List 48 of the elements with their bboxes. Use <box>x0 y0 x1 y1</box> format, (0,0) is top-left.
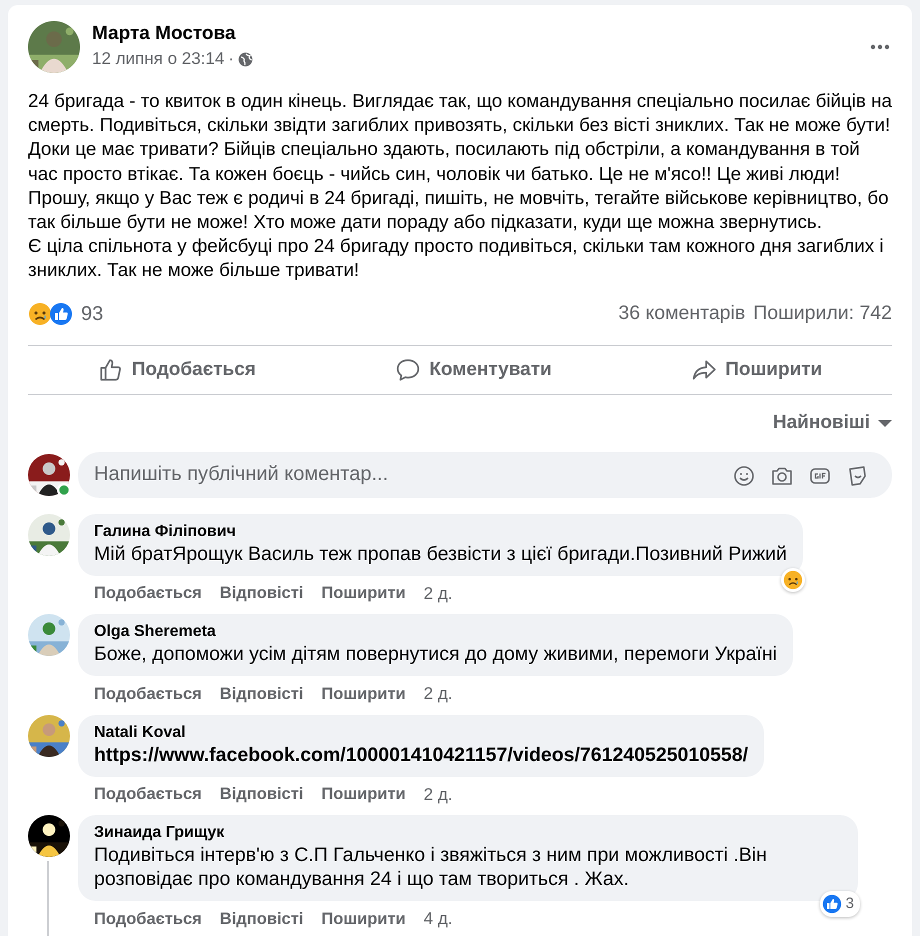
commenter-name[interactable]: Зинаида Грищук <box>94 823 842 844</box>
comment-action-link[interactable]: Подобається <box>94 682 202 706</box>
shares-count[interactable]: Поширили: 742 <box>753 299 892 328</box>
comment-action-link[interactable]: Подобається <box>94 782 202 807</box>
comment-text: Боже, допоможи усім дітям повернутися до дому живими, перемоги Україні <box>94 642 777 666</box>
caret-icon <box>878 420 892 427</box>
post-time[interactable]: 12 липня о 23:14 <box>92 46 224 72</box>
comment-action-link[interactable]: Відповісті <box>220 906 304 932</box>
separator-dot: · <box>228 48 234 70</box>
comment-input-field[interactable]: Напишіть публічний коментар... <box>78 452 892 498</box>
reaction-count[interactable]: 93 <box>81 298 104 329</box>
comment-action-link[interactable]: Відповісті <box>220 782 304 807</box>
comment-action-link[interactable]: Поширити <box>321 906 406 932</box>
comment-action-link[interactable]: Відповісті <box>220 581 304 606</box>
comment-link[interactable]: https://www.facebook.com/100001410421157/videos/761240525010558/ <box>94 742 748 767</box>
comment-time[interactable]: 2 д. <box>424 681 452 707</box>
commenter-name[interactable]: Olga Sheremeta <box>94 622 777 642</box>
comment-action-link[interactable]: Поширити <box>321 581 406 606</box>
comment-icon <box>395 356 422 383</box>
globe-icon <box>238 52 253 66</box>
comment-time[interactable]: 2 д. <box>424 782 452 808</box>
sort-dropdown[interactable]: Найновіші <box>762 403 892 444</box>
like-icon <box>98 356 124 383</box>
post-text: 24 бригада - то квиток в один кінець. Виглядає так, що командування спеціально посилає бійців на смерть. Подивіться, скільки звідти загиблих привозять, скільки без вісті зниклих. Так не може бути! Доки це має тривати? Бійців спеціально здають, посилають під обстріли, а командування в той час просто втікає. Та кожен боєць - чийсь син, чоловік чи батько. Це не м'ясо!! Це живі люди! Прошу, якщо у Вас теж є родичі в 24 бригаді, пишіть, не мовчіть, тегайте військове керівництво, бо так більше бути не може! Хто може дати пораду або підказати, куди ще можна звернутись. <box>28 89 892 234</box>
author-name[interactable]: Марта Мостова <box>92 22 860 46</box>
sad-reaction-icon[interactable] <box>28 302 52 326</box>
reaction-badge[interactable] <box>780 568 805 592</box>
share-button[interactable]: Поширити <box>681 350 832 390</box>
comment-time[interactable]: 4 д. <box>424 906 452 932</box>
comment-action-link[interactable]: Подобається <box>94 581 202 606</box>
comment-action-link[interactable]: Подобається <box>94 906 202 932</box>
comment-action-link[interactable]: Відповісті <box>220 682 304 706</box>
commenter-name[interactable]: Галина Філіпович <box>94 522 787 542</box>
like-button[interactable]: Подобається <box>88 350 266 390</box>
post-text: Є ціла спільнота у фейсбуці про 24 бригаду просто подивіться, скільки там кожного дня загиблих і зниклих. Так не може більше тривати! <box>28 234 885 282</box>
emoji-icon[interactable] <box>732 464 756 488</box>
like-reaction-icon[interactable] <box>49 302 73 326</box>
sad-reaction-icon <box>782 570 803 590</box>
comments-count[interactable]: 36 коментарів <box>618 299 746 328</box>
commenter-name[interactable]: Natali Koval <box>94 722 748 743</box>
comment-time[interactable]: 2 д. <box>424 580 452 606</box>
reaction-badge[interactable]: 3 <box>820 890 860 918</box>
comment-action-link[interactable]: Поширити <box>321 682 406 706</box>
like-reaction-icon <box>822 894 842 914</box>
comment-action-link[interactable]: Поширити <box>321 782 406 807</box>
comment-text: Подивіться інтерв'ю з С.П Гальченко і звяжіться з ним при можливості .Він розповідає про командування 24 і що там твориться . Жах. <box>94 843 768 892</box>
comment-button[interactable]: Коментувати <box>385 350 562 390</box>
comment-text: Мій братЯрощук Василь теж пропав безвісти з цієї бригади.Позивний Рижий <box>94 542 787 566</box>
